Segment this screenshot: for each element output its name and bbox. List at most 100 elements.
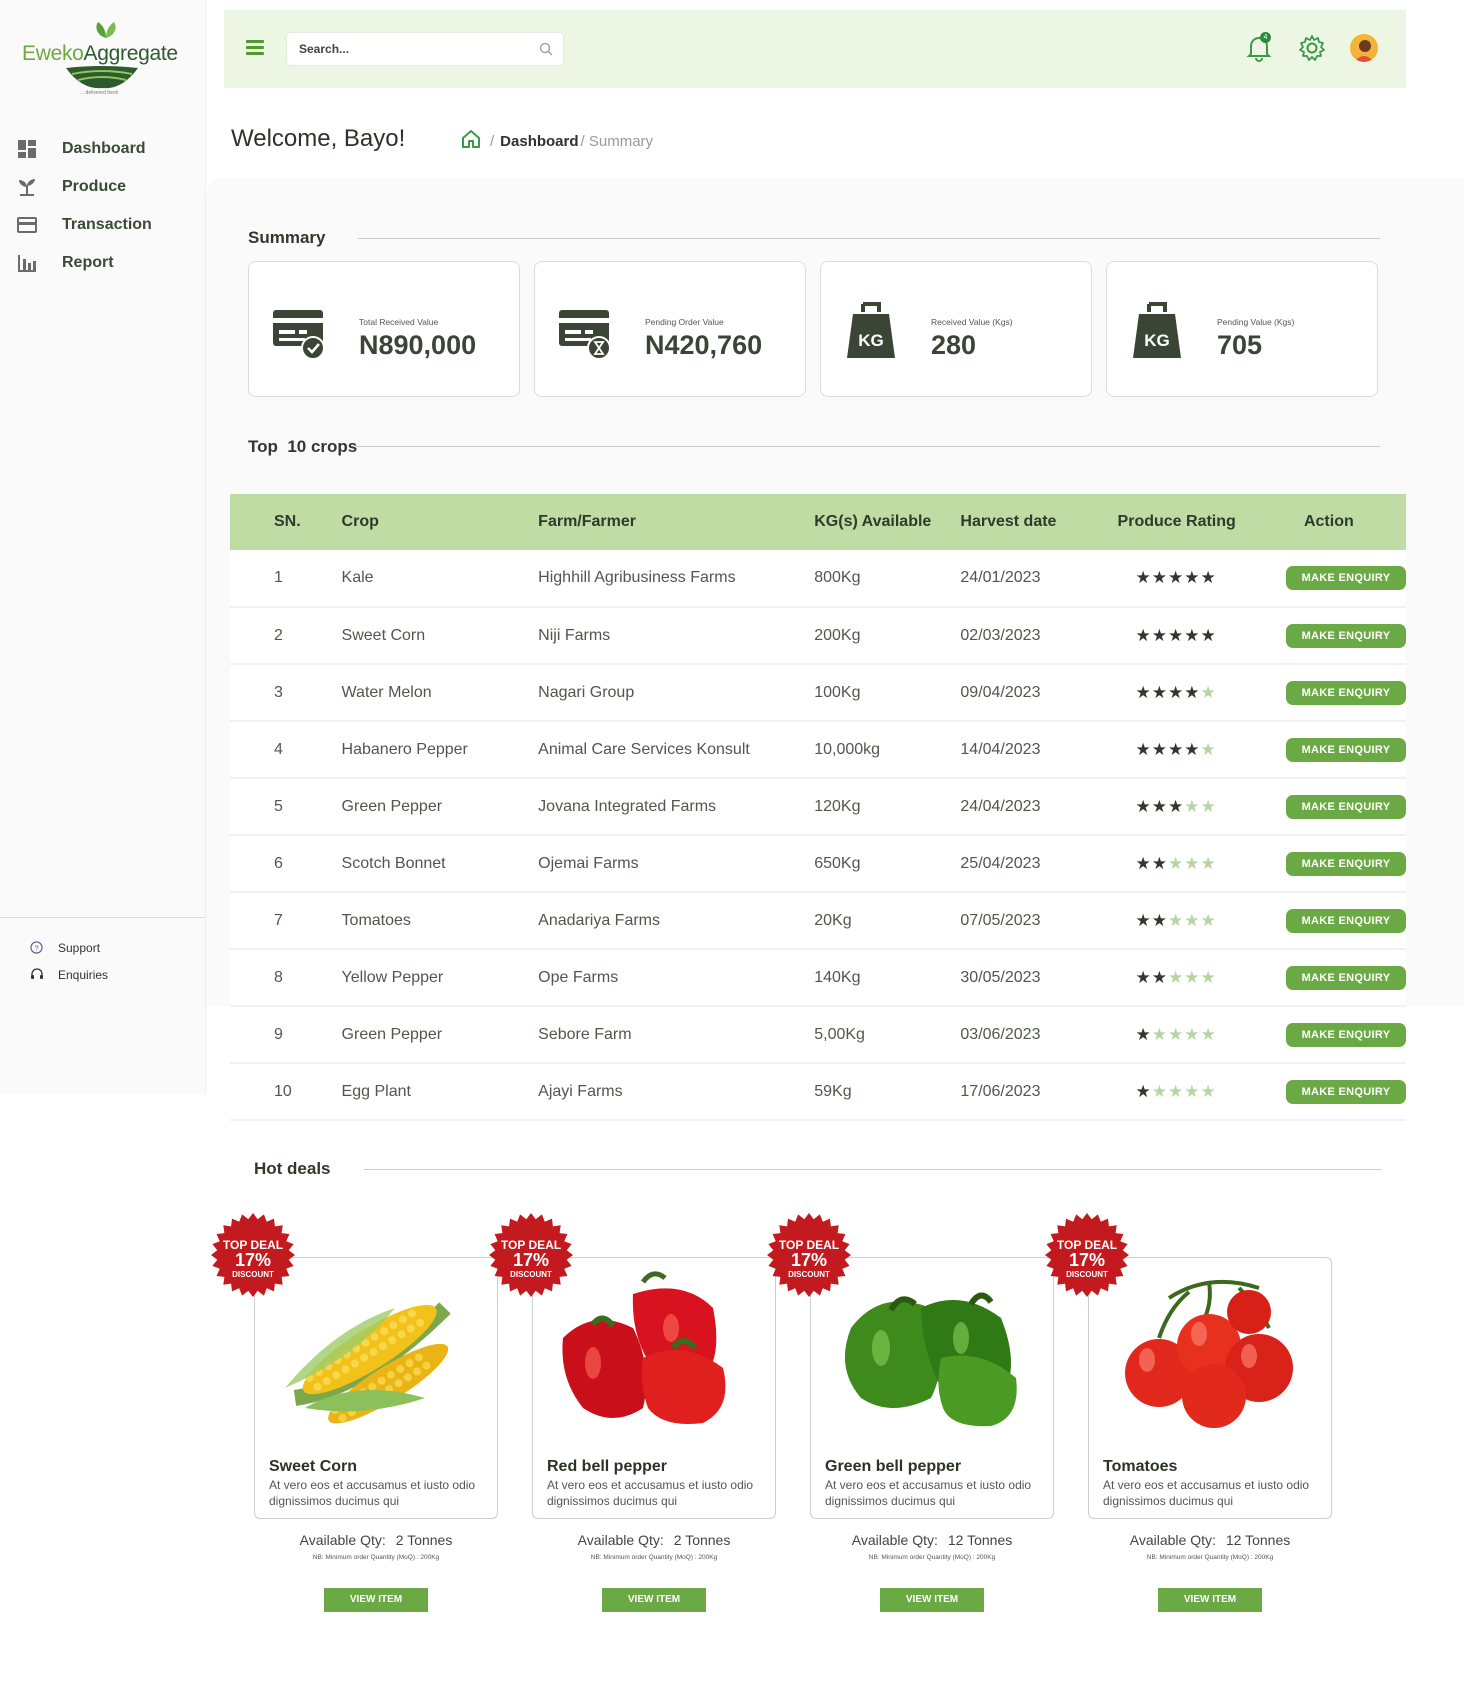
table-row: 6 Scotch Bonnet Ojemai Farms 650Kg 25/04/202… — [230, 835, 1406, 892]
brand-logo[interactable]: EwekoAggregate ... delivered fresh — [18, 20, 188, 100]
view-item-button[interactable]: VIEW ITEM — [602, 1588, 706, 1612]
view-item-button[interactable]: VIEW ITEM — [324, 1588, 428, 1612]
summary-card-label: Pending Value (Kgs) — [1217, 317, 1295, 327]
qty-value: 12 Tonnes — [1225, 1532, 1291, 1548]
table-body: 1 Kale Highhill Agribusiness Farms 800Kg 24/… — [230, 550, 1406, 1120]
moq-note: NB: Minimum order Quantity (MoQ) : 200Kg — [868, 1554, 996, 1561]
star-icon: ★ — [1184, 1081, 1201, 1101]
badge-percent: 17% — [512, 1250, 550, 1270]
col-header-rating: Produce Rating — [1117, 513, 1236, 530]
make-enquiry-button[interactable]: MAKE ENQUIRY — [1285, 680, 1406, 705]
star-icon: ★ — [1184, 910, 1201, 930]
cell-rating: ★ ★ ★ ★ ★ — [1118, 835, 1270, 892]
rating-stars: ★ ★ ★ ★ ★ — [1136, 1025, 1217, 1045]
cell-crop: Kale — [341, 569, 374, 586]
cell-crop: Green Pepper — [341, 1025, 443, 1043]
cell-harvest-date: 17/06/2023 — [960, 1082, 1041, 1100]
deal-description: At vero eos et accusamus et iusto odio d… — [825, 1478, 1032, 1508]
cell-action: MAKE ENQUIRY — [1270, 892, 1406, 949]
sidebar-item-transaction[interactable]: Transaction — [16, 206, 196, 244]
star-icon: ★ — [1184, 796, 1201, 816]
sidebar-item-report[interactable]: Report — [16, 244, 196, 282]
cell-farm: Highhill Agribusiness Farms — [538, 569, 736, 586]
notification-bell-icon[interactable]: 4 — [1246, 32, 1272, 67]
card-check-icon — [271, 308, 327, 365]
star-icon: ★ — [1135, 682, 1152, 702]
user-avatar[interactable] — [1350, 34, 1378, 62]
make-enquiry-button[interactable]: MAKE ENQUIRY — [1285, 908, 1406, 933]
brand-name: EwekoAggregate — [22, 42, 178, 65]
search-icon[interactable] — [539, 42, 553, 61]
sidebar-item-produce[interactable]: Produce — [16, 168, 196, 206]
rating-stars: ★ ★ ★ ★ ★ — [1136, 1082, 1217, 1102]
notification-count-badge: 4 — [1260, 32, 1271, 43]
sidebar-item-enquiries[interactable]: Enquiries — [30, 961, 108, 988]
col-header-kg: KG(s) Available — [814, 513, 932, 530]
cell-action: MAKE ENQUIRY — [1270, 778, 1406, 835]
home-icon[interactable] — [460, 128, 482, 154]
top-deal-badge: TOP DEAL 17% DISCOUNT — [766, 1212, 852, 1298]
make-enquiry-button[interactable]: MAKE ENQUIRY — [1285, 965, 1406, 990]
card-icon — [16, 214, 38, 236]
cell-harvest-date: 25/04/2023 — [960, 854, 1041, 872]
star-icon: ★ — [1200, 967, 1217, 987]
table-row: 8 Yellow Pepper Ope Farms 140Kg 30/05/2023 ★ ★… — [230, 949, 1406, 1006]
sidebar-nav: Dashboard Produce Transaction Report — [16, 130, 196, 282]
rating-stars: ★ ★ ★ ★ ★ — [1136, 568, 1217, 588]
badge-bottom-text: DISCOUNT — [788, 1270, 830, 1279]
summary-card-value: 705 — [1217, 330, 1263, 360]
make-enquiry-button[interactable]: MAKE ENQUIRY — [1285, 794, 1406, 819]
summary-cards: Total Received Value N890,000 Pending Or… — [248, 261, 1378, 399]
star-icon: ★ — [1200, 739, 1217, 759]
qty-label: Available Qty: — [1129, 1532, 1216, 1548]
breadcrumb-dashboard[interactable]: Dashboard — [500, 133, 578, 150]
cell-action: MAKE ENQUIRY — [1270, 1006, 1406, 1063]
cell-rating: ★ ★ ★ ★ ★ — [1118, 550, 1270, 607]
star-icon: ★ — [1135, 1024, 1152, 1044]
summary-card-value: N420,760 — [645, 330, 763, 360]
settings-gear-icon[interactable] — [1298, 34, 1326, 67]
cell-sn: 8 — [274, 968, 283, 986]
cell-farm: Nagari Group — [538, 683, 635, 701]
star-icon: ★ — [1168, 568, 1185, 587]
view-item-button[interactable]: VIEW ITEM — [880, 1588, 984, 1612]
sidebar-item-support[interactable]: ? Support — [30, 934, 108, 961]
search-input[interactable] — [287, 33, 527, 65]
make-enquiry-button[interactable]: MAKE ENQUIRY — [1285, 1022, 1406, 1047]
deal-quantity: Available Qty: 2 Tonnes — [532, 1532, 776, 1548]
dashboard-grid-icon — [16, 138, 38, 160]
cell-farm: Ojemai Farms — [538, 854, 639, 872]
make-enquiry-button[interactable]: MAKE ENQUIRY — [1285, 566, 1406, 590]
summary-card-label: Pending Order Value — [645, 317, 724, 327]
sidebar-item-dashboard[interactable]: Dashboard — [16, 130, 196, 168]
table-row: 1 Kale Highhill Agribusiness Farms 800Kg 24/… — [230, 550, 1406, 607]
sidebar-item-label: Transaction — [62, 216, 152, 233]
make-enquiry-button[interactable]: MAKE ENQUIRY — [1285, 737, 1406, 762]
summary-card-pending-kg: KG Pending Value (Kgs) 705 — [1106, 261, 1378, 397]
star-icon: ★ — [1151, 682, 1169, 702]
cell-rating: ★ ★ ★ ★ ★ — [1118, 721, 1270, 778]
crops-divider — [356, 446, 1380, 447]
rating-stars: ★ ★ ★ ★ ★ — [1136, 740, 1217, 760]
make-enquiry-button[interactable]: MAKE ENQUIRY — [1285, 851, 1406, 876]
cell-farm: Ope Farms — [538, 968, 619, 986]
cell-kg: 10,000kg — [814, 740, 881, 758]
deal-name: Tomatoes — [1103, 1458, 1178, 1475]
breadcrumb-separator: / — [490, 132, 495, 150]
sidebar-item-label: Support — [58, 940, 101, 955]
table-row: 10 Egg Plant Ajayi Farms 59Kg 17/06/2023 ★ ★ ★ ★… — [230, 1063, 1406, 1120]
hamburger-menu-icon[interactable] — [246, 40, 264, 56]
cell-harvest-date: 30/05/2023 — [960, 968, 1041, 986]
cell-kg: 100Kg — [814, 683, 861, 701]
view-item-button[interactable]: VIEW ITEM — [1158, 1588, 1262, 1612]
star-icon: ★ — [1168, 625, 1185, 645]
make-enquiry-button[interactable]: MAKE ENQUIRY — [1285, 1079, 1406, 1104]
deal-quantity: Available Qty: 2 Tonnes — [254, 1532, 498, 1548]
summary-card-received-kg: KG Received Value (Kgs) 280 — [820, 261, 1092, 397]
cell-crop: Water Melon — [341, 683, 432, 701]
deals-title: Hot deals — [254, 1159, 331, 1178]
star-icon: ★ — [1151, 739, 1169, 759]
cell-harvest-date: 03/06/2023 — [960, 1025, 1041, 1043]
make-enquiry-button[interactable]: MAKE ENQUIRY — [1285, 623, 1406, 648]
help-circle-icon: ? — [30, 941, 44, 954]
